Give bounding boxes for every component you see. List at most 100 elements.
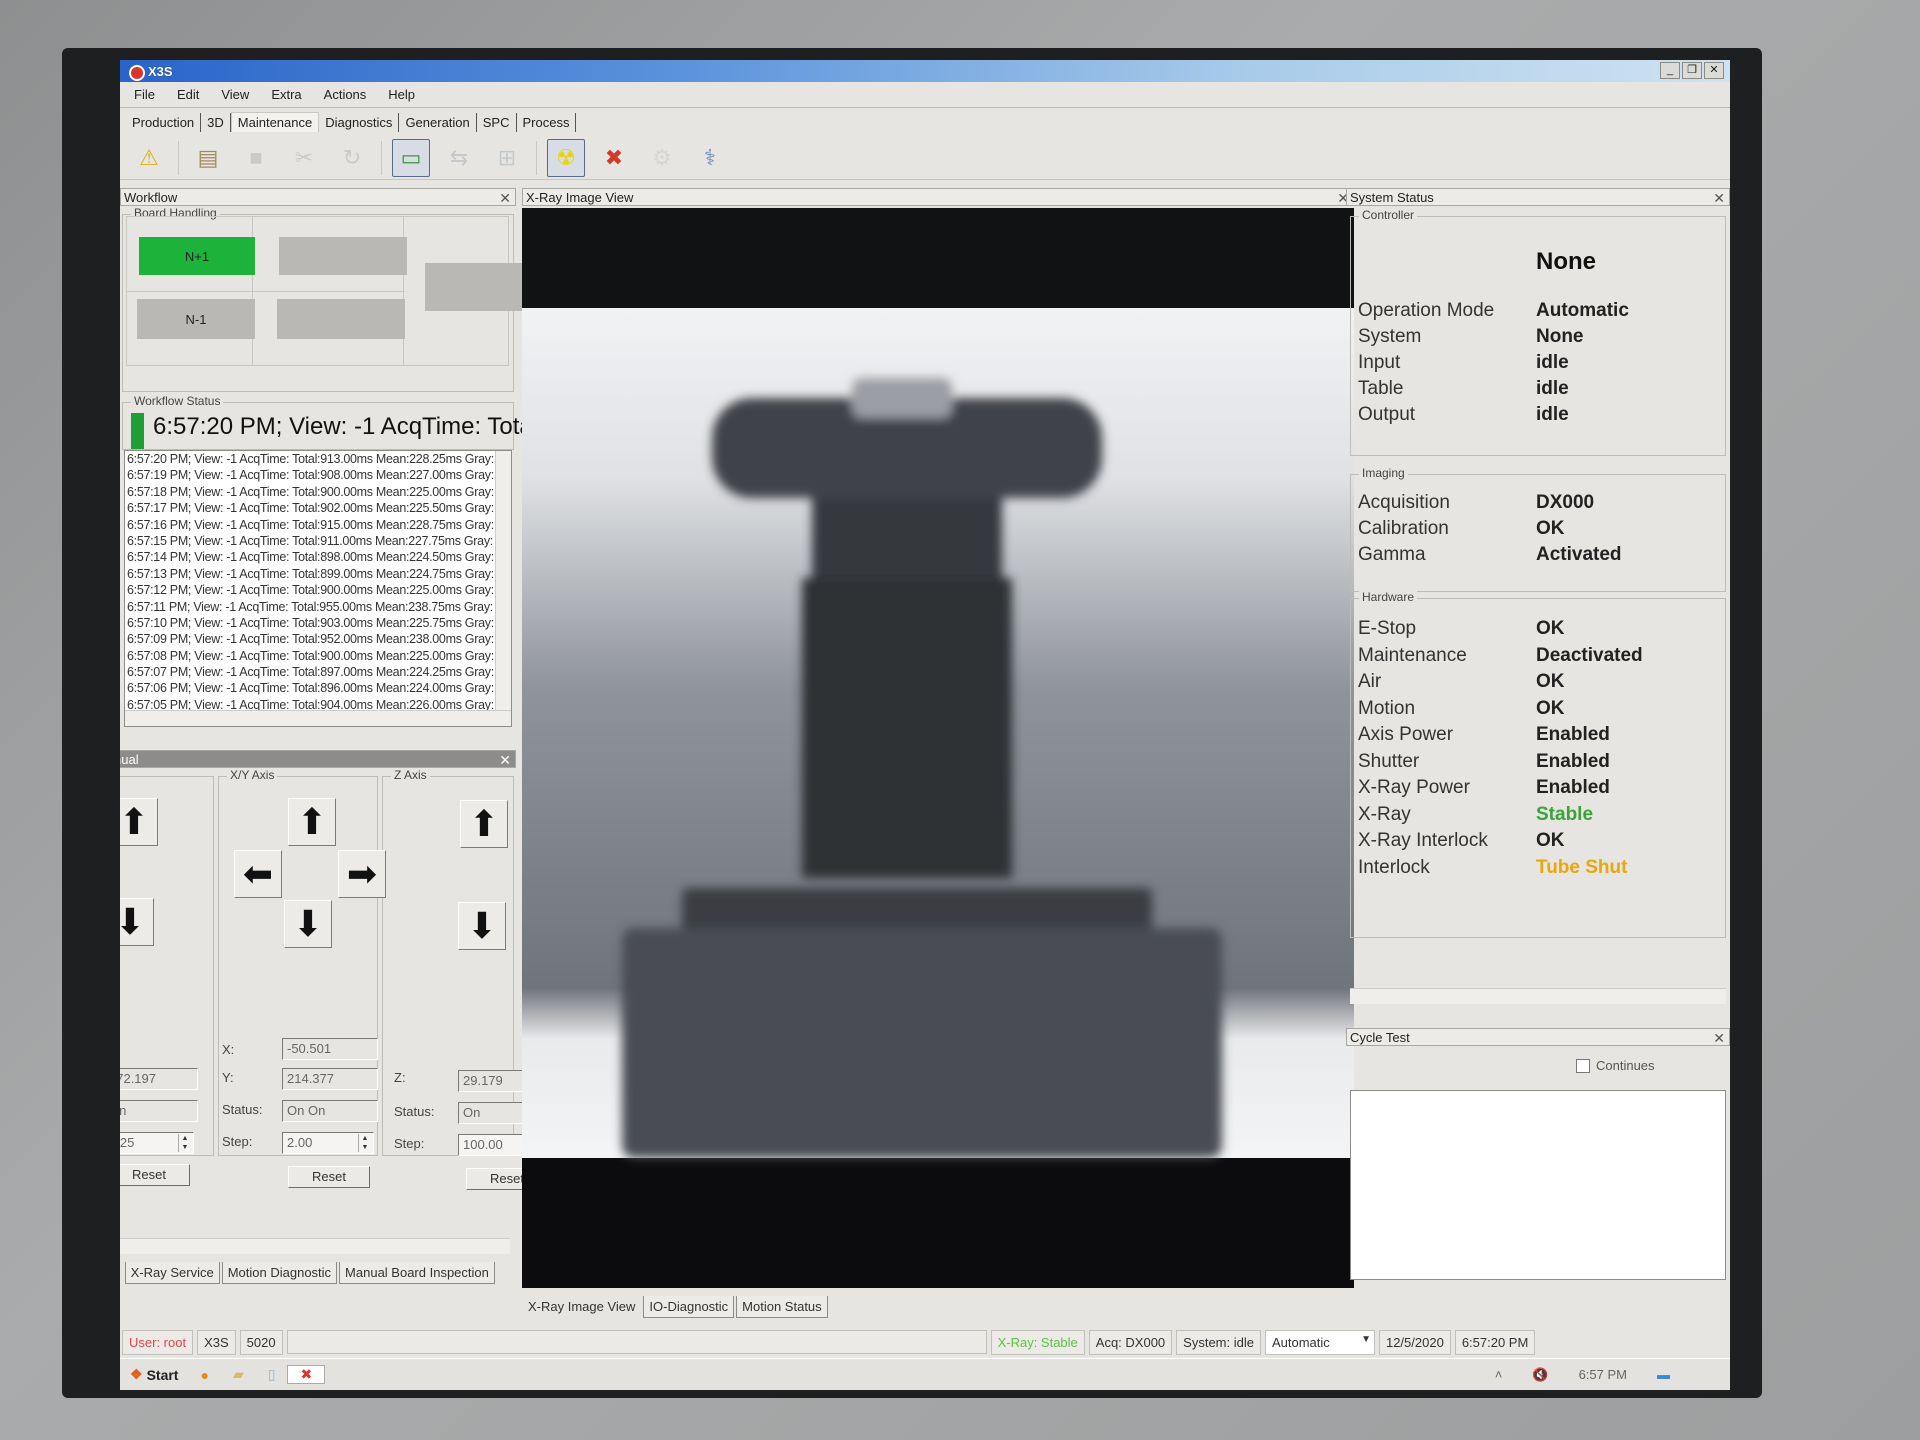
xy-step-input[interactable]: 2.00 ▲ ▼ [282, 1132, 374, 1154]
z-up-button[interactable]: ⬆ [460, 800, 508, 848]
log-entry[interactable]: 6:57:13 PM; View: -1 AcqTime: Total:899.… [125, 566, 512, 582]
workflow-log-list[interactable]: 6:57:20 PM; View: -1 AcqTime: Total:913.… [124, 450, 512, 727]
x-left-button[interactable]: ⬅ [234, 850, 282, 898]
continues-checkbox[interactable] [1576, 1058, 1590, 1073]
close-icon[interactable]: ✕ [1713, 189, 1725, 207]
log-entry[interactable]: 6:57:19 PM; View: -1 AcqTime: Total:908.… [125, 467, 512, 483]
log-entry[interactable]: 6:57:11 PM; View: -1 AcqTime: Total:955.… [125, 599, 512, 615]
log-vertical-scrollbar[interactable] [495, 451, 511, 726]
xray-off-button[interactable]: ✖ [595, 139, 633, 177]
folder-icon[interactable]: ▰ [221, 1366, 256, 1383]
close-icon[interactable]: ✕ [1713, 1029, 1725, 1047]
status-value: Automatic [1536, 300, 1629, 321]
log-entry[interactable]: 6:57:14 PM; View: -1 AcqTime: Total:898.… [125, 549, 512, 565]
log-entry[interactable]: 6:57:18 PM; View: -1 AcqTime: Total:900.… [125, 484, 512, 500]
prev-board-button[interactable]: N-1 [137, 299, 255, 339]
stage-down-button[interactable]: ⬇ [120, 898, 154, 946]
start-button[interactable]: ❖ Start [120, 1366, 188, 1383]
status-key: System [1358, 326, 1422, 347]
refresh-button[interactable]: ↻ [333, 139, 371, 177]
database-button[interactable]: ▤ [189, 139, 227, 177]
tab-xray-service[interactable]: X-Ray Service [124, 1262, 220, 1284]
manual-horizontal-scrollbar[interactable] [120, 1238, 510, 1254]
network-tools-button[interactable]: ⚕ [691, 139, 729, 177]
volume-muted-icon[interactable]: 🔇 [1532, 1367, 1548, 1383]
log-entry[interactable]: 6:57:17 PM; View: -1 AcqTime: Total:902.… [125, 500, 512, 516]
minimize-button[interactable]: _ [1660, 62, 1680, 79]
status-horizontal-scrollbar[interactable] [1350, 988, 1726, 1004]
controller-headline: None [1536, 248, 1596, 275]
close-icon[interactable]: ✕ [499, 189, 511, 207]
status-message [286, 1330, 987, 1354]
menu-help[interactable]: Help [388, 87, 415, 102]
close-icon[interactable]: ✕ [499, 751, 511, 769]
z-step-value: 100.00 [463, 1137, 503, 1152]
gear-group-button[interactable]: ⚙ [643, 139, 681, 177]
log-entry[interactable]: 6:57:20 PM; View: -1 AcqTime: Total:913.… [125, 451, 512, 467]
tab-generation[interactable]: Generation [399, 112, 477, 132]
mode-select[interactable]: Automatic ▼ [1264, 1329, 1375, 1355]
log-entry[interactable]: 6:57:16 PM; View: -1 AcqTime: Total:915.… [125, 517, 512, 533]
menu-extra[interactable]: Extra [271, 87, 301, 102]
menu-actions[interactable]: Actions [324, 87, 367, 102]
next-board-button[interactable]: N+1 [139, 237, 255, 275]
tab-manual-board-inspection[interactable]: Manual Board Inspection [339, 1262, 495, 1284]
media-player-icon[interactable]: ● [188, 1367, 220, 1383]
close-button[interactable]: ✕ [1704, 62, 1724, 79]
menu-view[interactable]: View [221, 87, 249, 102]
document-icon[interactable]: ▯ [256, 1366, 288, 1383]
x3s-task-icon[interactable]: ✖ [287, 1365, 326, 1384]
fixture-button[interactable]: ⊞ [488, 139, 526, 177]
log-horizontal-scrollbar[interactable] [125, 710, 511, 726]
status-key: X-Ray Interlock [1358, 830, 1488, 851]
tab-manual[interactable]: Manual [120, 1262, 123, 1284]
menu-file[interactable]: File [134, 87, 155, 102]
log-entry[interactable]: 6:57:10 PM; View: -1 AcqTime: Total:903.… [125, 615, 512, 631]
tab-motion-status[interactable]: Motion Status [736, 1296, 828, 1318]
log-entry[interactable]: 6:57:08 PM; View: -1 AcqTime: Total:900.… [125, 648, 512, 664]
continues-option[interactable]: Continues [1576, 1058, 1655, 1073]
log-entry[interactable]: 6:57:06 PM; View: -1 AcqTime: Total:896.… [125, 680, 512, 696]
cycle-test-output[interactable] [1350, 1090, 1726, 1280]
stage-up-button[interactable]: ⬆ [120, 798, 158, 846]
stage-reset-button[interactable]: Reset [120, 1164, 190, 1186]
restore-button[interactable]: ❐ [1682, 62, 1702, 79]
tab-process[interactable]: Process [516, 112, 577, 132]
tab-maintenance[interactable]: Maintenance [230, 112, 320, 132]
tab-production[interactable]: Production [126, 112, 202, 132]
tab-3d[interactable]: 3D [201, 112, 231, 132]
log-entry[interactable]: 6:57:07 PM; View: -1 AcqTime: Total:897.… [125, 664, 512, 680]
show-desktop-icon[interactable]: ▬ [1657, 1367, 1670, 1383]
x-right-button[interactable]: ➡ [338, 850, 386, 898]
tab-spc[interactable]: SPC [476, 112, 517, 132]
log-entry[interactable]: 6:57:09 PM; View: -1 AcqTime: Total:952.… [125, 631, 512, 647]
tools-button[interactable]: ✂ [285, 139, 323, 177]
z-down-button[interactable]: ⬇ [458, 902, 506, 950]
stage-step-spinner[interactable]: ▲ ▼ [178, 1134, 191, 1152]
xy-reset-button[interactable]: Reset [288, 1166, 370, 1188]
workflow-status-headline: 6:57:20 PM; View: -1 AcqTime: Total [153, 413, 539, 440]
radiation-button[interactable]: ☢ [547, 138, 585, 177]
status-key: Table [1358, 378, 1404, 399]
board-slot-button[interactable] [279, 237, 407, 275]
xy-step-spinner[interactable]: ▲ ▼ [358, 1134, 371, 1152]
board-slot-button[interactable] [277, 299, 405, 339]
y-down-button[interactable]: ⬇ [284, 900, 332, 948]
log-entry[interactable]: 6:57:12 PM; View: -1 AcqTime: Total:900.… [125, 582, 512, 598]
xray-status: X-Ray: Stable [990, 1329, 1085, 1355]
board-transfer-button[interactable]: ⇆ [440, 139, 478, 177]
log-entry[interactable]: 6:57:15 PM; View: -1 AcqTime: Total:911.… [125, 533, 512, 549]
conveyor-button[interactable]: ▭ [392, 138, 430, 177]
tab-xray-image-view[interactable]: X-Ray Image View [522, 1296, 642, 1318]
tray-expand-icon[interactable]: ˄ [1495, 1367, 1503, 1383]
tab-motion-diagnostic[interactable]: Motion Diagnostic [221, 1262, 338, 1284]
tab-io-diagnostic[interactable]: IO-Diagnostic [643, 1296, 735, 1318]
stage-step-input[interactable]: 0.25 ▲ ▼ [120, 1132, 194, 1154]
menu-edit[interactable]: Edit [177, 87, 199, 102]
stop-button[interactable]: ■ [237, 139, 275, 177]
y-up-button[interactable]: ⬆ [288, 798, 336, 846]
online-warning-button[interactable]: ⚠ [130, 139, 168, 177]
xray-image[interactable] [522, 208, 1354, 1288]
tab-diagnostics[interactable]: Diagnostics [319, 112, 400, 132]
status-value: DX000 [1536, 492, 1595, 513]
